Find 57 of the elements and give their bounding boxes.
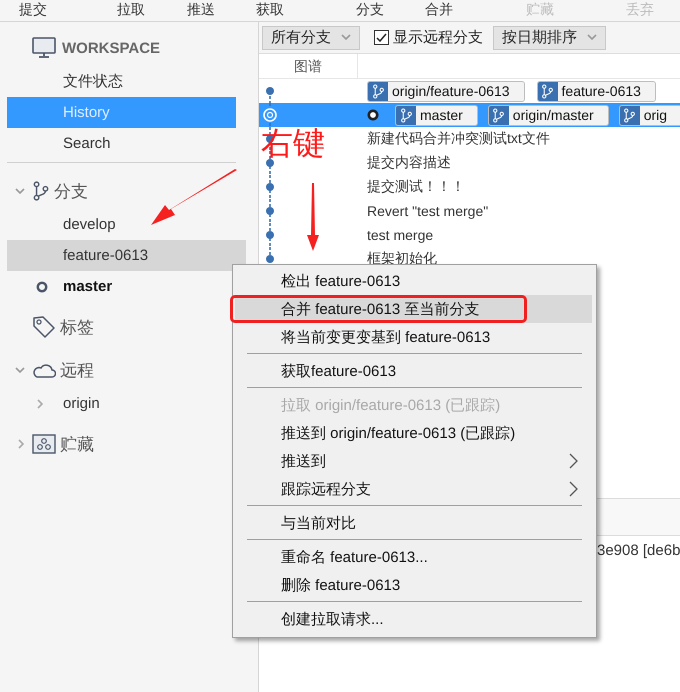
menu-item[interactable]: 跟踪远程分支 (235, 475, 592, 503)
section-title[interactable]: 标签 (60, 316, 94, 338)
commit-message: Revert "test merge" (367, 203, 488, 219)
commit-message: test merge (367, 227, 434, 243)
toolbar-button[interactable]: 合并 (406, 0, 472, 18)
menu-item[interactable]: 删除 feature-0613 (235, 571, 592, 599)
commit-message: 提交内容描述 (367, 154, 451, 172)
branch-icon (32, 181, 50, 201)
branch-tag: master (395, 104, 478, 126)
section-title[interactable]: 贮藏 (60, 432, 94, 456)
branch-tag: feature-0613 (536, 80, 656, 102)
menu-item[interactable]: 推送到 (235, 447, 592, 475)
toolbar-button[interactable]: 推送 (168, 0, 234, 18)
toolbar-button[interactable]: 分支 (337, 0, 403, 18)
branch-icon (538, 82, 558, 100)
menu-item[interactable]: 推送到 origin/feature-0613 (已跟踪) (235, 419, 592, 447)
branch-icon (368, 82, 388, 100)
branch-icon (620, 106, 640, 124)
menu-item[interactable]: 获取feature-0613 (235, 357, 592, 385)
stash-box-icon (32, 434, 56, 454)
menu-item[interactable]: 将当前变更变基到 feature-0613 (235, 323, 592, 351)
checkbox-label: 显示远程分支 (393, 28, 483, 47)
current-branch-icon (36, 280, 48, 292)
section-title[interactable]: 分支 (54, 180, 88, 202)
branch-filter-dropdown[interactable]: 所有分支 (262, 26, 360, 50)
monitor-icon (32, 37, 56, 59)
pointer-arrow (307, 183, 319, 251)
sidebar-item[interactable]: Search (7, 128, 236, 159)
show-remote-checkbox[interactable] (374, 30, 389, 45)
branch-tag: origin/feature-0613 (367, 80, 525, 102)
tag-icon (32, 315, 56, 339)
branch-icon (396, 106, 416, 124)
toolbar-button[interactable]: 获取 (237, 0, 303, 18)
sidebar-item[interactable]: 文件状态 (7, 66, 236, 97)
branch-tag: orig (618, 104, 680, 126)
commit-message: 新建代码合并冲突测试txt文件 (367, 130, 550, 148)
toolbar-button[interactable]: 拉取 (98, 0, 164, 18)
menu-item[interactable]: 创建拉取请求... (235, 605, 592, 633)
commit-row[interactable]: master origin/master orig (259, 103, 680, 127)
toolbar-button[interactable]: 提交 (0, 0, 66, 18)
menu-item[interactable]: 重命名 feature-0613... (235, 543, 592, 571)
chevron-down-icon (341, 34, 351, 41)
branch-item[interactable]: feature-0613 (7, 240, 246, 271)
chevron-down-icon (587, 34, 597, 41)
cloud-icon (32, 362, 56, 378)
commit-detail-text: 3e908 [de6b (597, 542, 680, 559)
head-marker-icon (367, 109, 379, 121)
branch-tag: origin/master (488, 104, 609, 126)
branch-item[interactable]: develop (7, 209, 246, 240)
sort-dropdown[interactable]: 按日期排序 (493, 26, 606, 50)
section-title[interactable]: 远程 (60, 358, 94, 382)
branch-icon (488, 106, 509, 124)
annotation-text: 右键 (261, 125, 325, 161)
workspace-title: WORKSPACE (62, 40, 160, 56)
commit-message: 提交测试！！！ (367, 178, 465, 196)
column-header: 图谱 (259, 54, 358, 78)
menu-item[interactable]: 与当前对比 (235, 509, 592, 537)
